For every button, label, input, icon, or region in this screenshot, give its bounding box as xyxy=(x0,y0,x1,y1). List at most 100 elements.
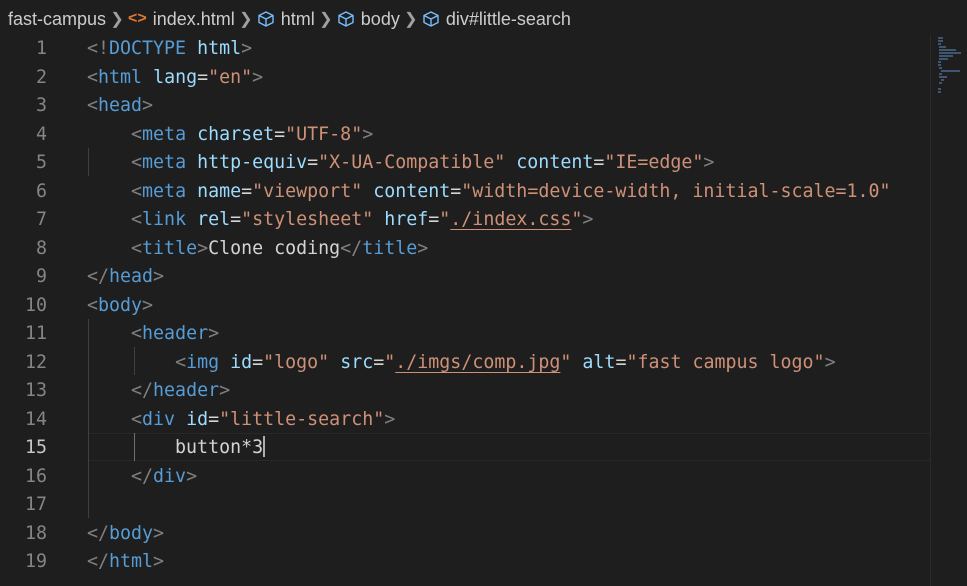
bracket-token: > xyxy=(252,66,264,88)
code-text: </head> xyxy=(87,263,164,291)
code-line[interactable]: 16 </div> xyxy=(0,463,930,491)
code-text: <img id="logo" src="./imgs/comp.jpg" alt… xyxy=(87,349,836,377)
link-token[interactable]: ./imgs/comp.jpg xyxy=(395,352,560,373)
attribute-token: id xyxy=(186,408,209,430)
line-number: 3 xyxy=(35,95,47,116)
bracket-token: > xyxy=(197,237,209,259)
code-line[interactable]: 15 button*3 xyxy=(0,434,930,462)
code-line[interactable]: 4 <meta charset="UTF-8"> xyxy=(0,121,930,149)
breadcrumb-label: body xyxy=(360,8,400,29)
code-line[interactable]: 11 <header> xyxy=(0,320,930,348)
attribute-token: http-equiv xyxy=(197,152,308,173)
tag-token: body xyxy=(109,522,154,544)
code-line[interactable]: 19 </html> xyxy=(0,548,930,576)
bracket-token: < xyxy=(131,237,143,259)
tag-token: head xyxy=(98,95,143,116)
attribute-token: html xyxy=(197,38,242,59)
breadcrumb-item-folder[interactable]: fast-campus xyxy=(8,9,106,30)
code-line[interactable]: 10 <body> xyxy=(0,292,930,320)
string-token: "width=device-width, initial-scale=1.0" xyxy=(461,180,891,202)
string-token: "IE=edge" xyxy=(604,152,704,173)
text-token: button*3 xyxy=(87,437,264,458)
element-cube-icon xyxy=(422,10,440,28)
breadcrumb-item-body[interactable]: body xyxy=(337,9,400,30)
code-line[interactable]: 7 <link rel="stylesheet" href="./index.c… xyxy=(0,206,930,234)
code-line[interactable]: 9 </head> xyxy=(0,263,930,291)
code-line[interactable]: 18 </body> xyxy=(0,520,930,548)
chevron-right-icon: ❯ xyxy=(110,11,124,28)
text-token: = xyxy=(373,351,385,373)
bracket-token: > xyxy=(153,522,165,544)
line-number: 2 xyxy=(35,66,47,88)
link-token[interactable]: ./index.css xyxy=(450,209,571,230)
code-text: <body> xyxy=(87,292,153,320)
code-line[interactable]: 17 xyxy=(0,491,930,519)
string-token: " xyxy=(571,209,583,230)
line-number: 5 xyxy=(35,152,47,173)
breadcrumb-item-html[interactable]: html xyxy=(257,9,315,30)
code-line[interactable]: 1 <!DOCTYPE html> xyxy=(0,35,930,63)
element-cube-icon xyxy=(337,10,355,28)
text-token: = xyxy=(450,180,462,202)
chevron-right-icon: ❯ xyxy=(319,11,333,28)
minimap[interactable] xyxy=(930,34,967,586)
code-text: button*3 xyxy=(87,434,266,462)
text-token: = xyxy=(241,180,253,202)
code-line[interactable]: 12 <img id="logo" src="./imgs/comp.jpg" … xyxy=(0,349,930,377)
line-number: 8 xyxy=(35,237,47,259)
code-line[interactable]: 13 </header> xyxy=(0,377,930,405)
attribute-token: id xyxy=(230,351,253,373)
minimap-line xyxy=(938,40,944,42)
bracket-token: < xyxy=(175,351,187,373)
bracket-token: < xyxy=(131,209,143,230)
bracket-token: < xyxy=(87,66,99,88)
attribute-token: href xyxy=(384,209,429,230)
code-line[interactable]: 2 <html lang="en"> xyxy=(0,64,930,92)
minimap-line xyxy=(939,46,947,48)
tag-token: body xyxy=(98,294,143,316)
bracket-token: > xyxy=(208,323,220,344)
string-token: "stylesheet" xyxy=(241,209,374,230)
code-line[interactable]: 3 <head> xyxy=(0,92,930,120)
text-token: = xyxy=(615,351,627,373)
line-number: 14 xyxy=(24,408,47,430)
breadcrumb-item-div[interactable]: div#little-search xyxy=(422,9,571,30)
string-token: "logo" xyxy=(263,351,330,373)
bracket-token: < xyxy=(131,408,143,430)
html-file-icon: <> xyxy=(128,10,147,27)
code-line[interactable]: 14 <div id="little-search"> xyxy=(0,406,930,434)
code-text: <html lang="en"> xyxy=(87,64,263,92)
minimap-line xyxy=(938,91,941,93)
code-text: <!DOCTYPE html> xyxy=(87,35,252,63)
bracket-token: > xyxy=(384,408,396,430)
tag-token: DOCTYPE xyxy=(109,38,187,59)
text-token: = xyxy=(197,66,209,88)
code-line[interactable]: 8 <title>Clone coding</title> xyxy=(0,235,930,263)
line-number: 18 xyxy=(24,522,47,544)
attribute-token: alt xyxy=(582,351,616,373)
bracket-token: < xyxy=(131,180,143,202)
chevron-right-icon: ❯ xyxy=(239,11,253,28)
tag-token: title xyxy=(142,237,198,259)
tag-token: meta xyxy=(142,152,187,173)
code-line[interactable]: 6 <meta name="viewport" content="width=d… xyxy=(0,178,930,206)
line-number: 15 xyxy=(24,437,47,458)
bracket-token: </ xyxy=(131,380,154,401)
code-line[interactable]: 5 <meta http-equiv="X-UA-Compatible" con… xyxy=(0,149,930,177)
code-text: <meta http-equiv="X-UA-Compatible" conte… xyxy=(87,149,714,177)
string-token: "UTF-8" xyxy=(285,123,363,145)
bracket-token: > xyxy=(153,551,165,572)
code-editor[interactable]: 1 <!DOCTYPE html> 2 <html lang="en"> 3 <head>… xyxy=(0,34,930,586)
breadcrumb-item-file[interactable]: <> index.html xyxy=(128,9,235,30)
tag-token: html xyxy=(109,551,154,572)
line-number: 7 xyxy=(35,209,47,230)
tag-token: div xyxy=(142,408,176,430)
